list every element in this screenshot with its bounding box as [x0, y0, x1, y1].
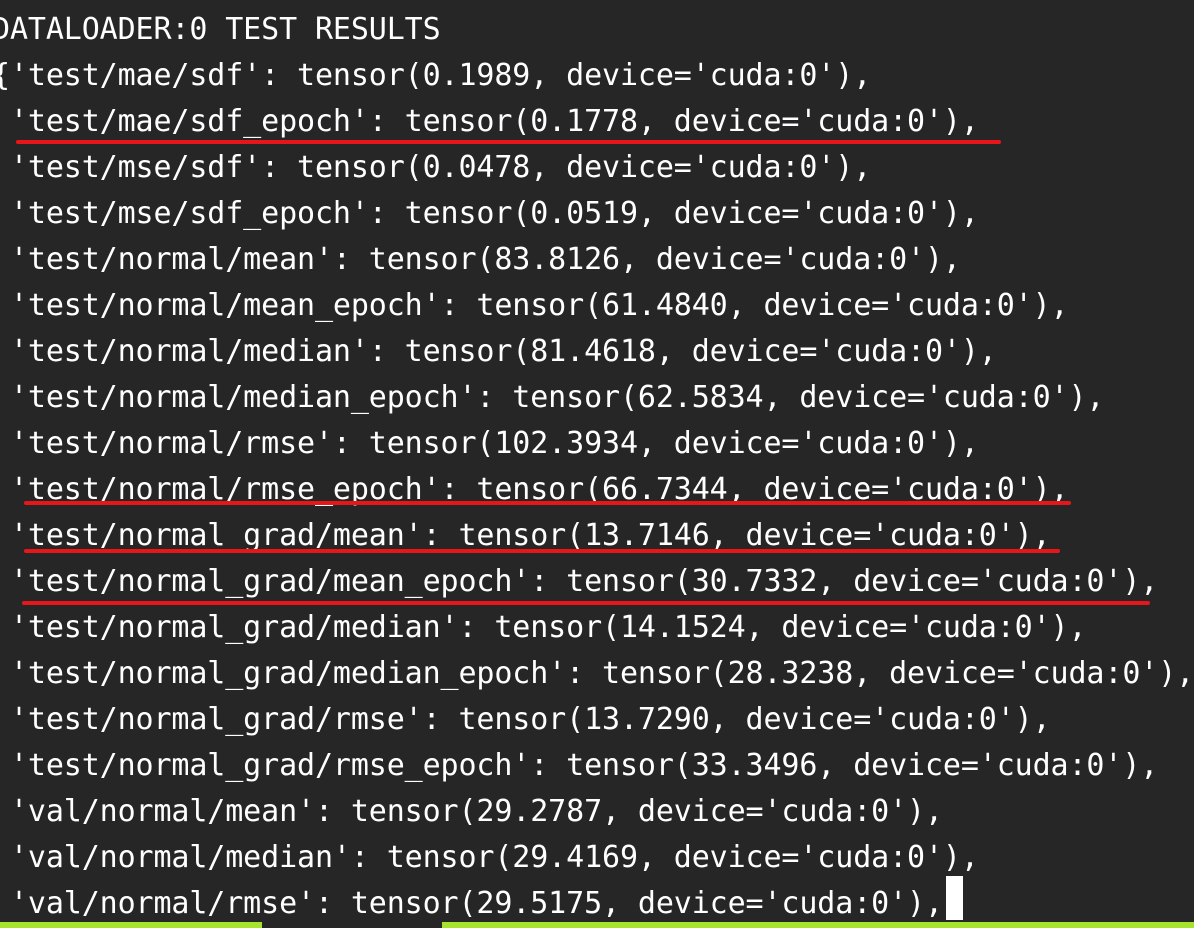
- status-bar-segment: [442, 922, 1194, 928]
- output-line: {'test/mae/sdf': tensor(0.1989, device='…: [0, 58, 872, 93]
- output-line: 'val/normal/median': tensor(29.4169, dev…: [0, 840, 979, 875]
- status-bar-segment: [0, 922, 262, 928]
- output-line: 'test/mse/sdf_epoch': tensor(0.0519, dev…: [0, 196, 979, 231]
- red-annotation-underline: [16, 140, 1001, 144]
- output-line: 'test/normal/mean': tensor(83.8126, devi…: [0, 242, 961, 277]
- output-line: 'test/normal/rmse_epoch': tensor(66.7344…: [0, 472, 1069, 507]
- output-line: 'test/normal_grad/median_epoch': tensor(…: [0, 656, 1194, 691]
- output-line: 'test/normal/mean_epoch': tensor(61.4840…: [0, 288, 1069, 323]
- output-line: 'test/mae/sdf_epoch': tensor(0.1778, dev…: [0, 104, 979, 139]
- red-annotation-underline: [24, 549, 1060, 553]
- output-line: 'test/mse/sdf': tensor(0.0478, device='c…: [0, 150, 872, 185]
- terminal-window[interactable]: DATALOADER:0 TEST RESULTS {'test/mae/sdf…: [0, 0, 1194, 928]
- status-bar: [0, 922, 1194, 928]
- output-line: 'val/normal/rmse': tensor(29.5175, devic…: [0, 886, 943, 921]
- red-annotation-underline: [24, 501, 1071, 505]
- output-line: 'test/normal_grad/mean_epoch': tensor(30…: [0, 564, 1159, 599]
- output-line: 'test/normal/median': tensor(81.4618, de…: [0, 334, 997, 369]
- output-line: 'test/normal/rmse': tensor(102.3934, dev…: [0, 426, 979, 461]
- output-line: 'test/normal/median_epoch': tensor(62.58…: [0, 380, 1105, 415]
- output-header: DATALOADER:0 TEST RESULTS: [0, 12, 441, 47]
- output-line: 'test/normal_grad/rmse': tensor(13.7290,…: [0, 702, 1051, 737]
- output-line: 'test/normal_grad/median': tensor(14.152…: [0, 610, 1087, 645]
- output-line: 'test/normal_grad/rmse_epoch': tensor(33…: [0, 748, 1159, 783]
- red-annotation-underline: [22, 601, 1150, 605]
- output-line: 'val/normal/mean': tensor(29.2787, devic…: [0, 794, 943, 829]
- terminal-cursor: [946, 876, 963, 920]
